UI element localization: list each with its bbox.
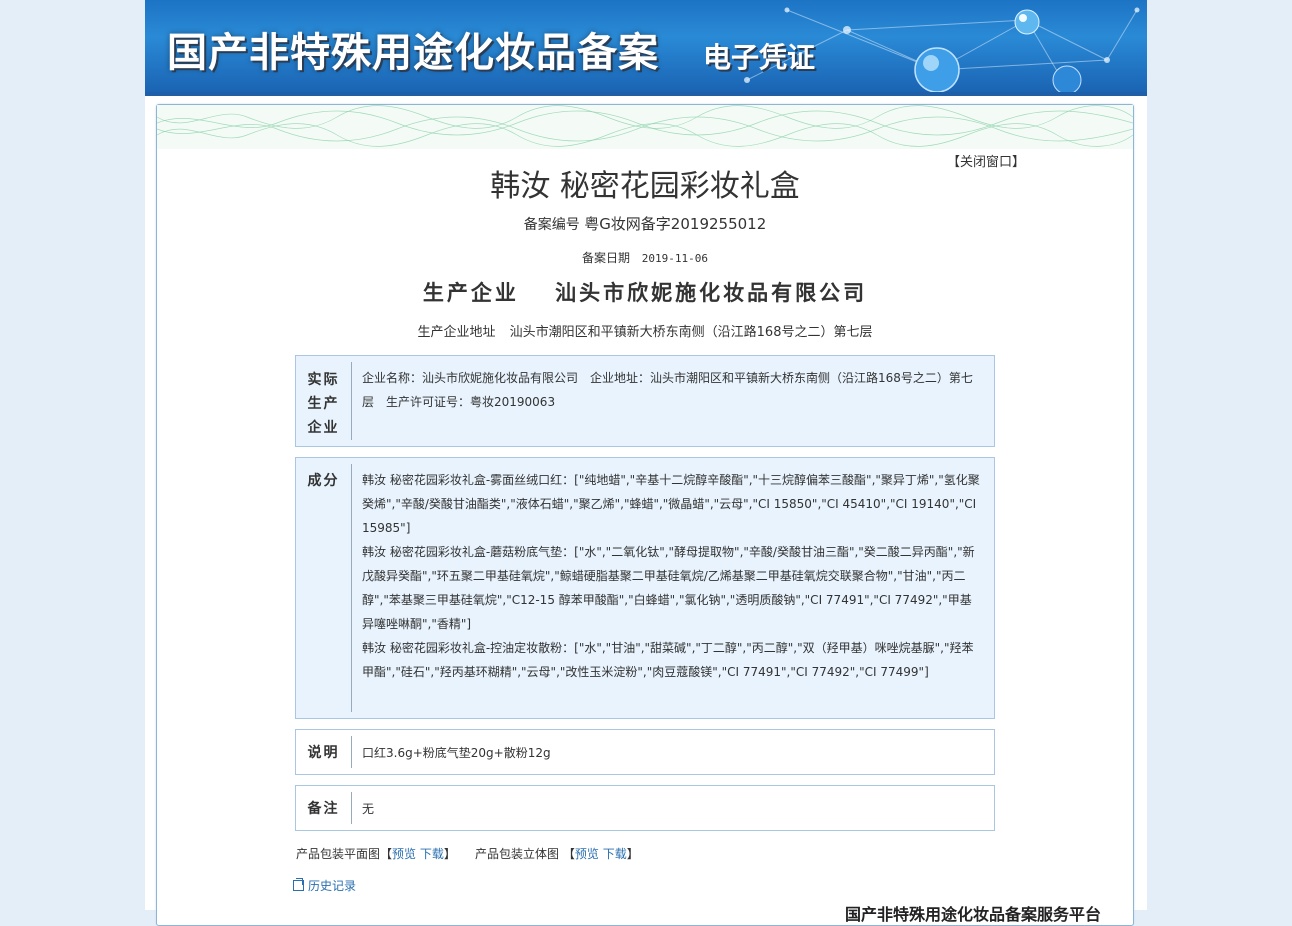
manufacturer-address-row: 生产企业地址 汕头市潮阳区和平镇新大桥东南侧（沿江路168号之二）第七层 (157, 321, 1133, 340)
description-content: 口红3.6g+粉底气垫20g+散粉12g (362, 746, 551, 760)
registration-date-row: 备案日期 2019-11-06 (157, 249, 1133, 266)
description-label: 说明 (307, 745, 340, 761)
label-line: 企业 (307, 420, 340, 436)
registration-date-value: 2019-11-06 (641, 252, 709, 265)
registration-number-row: 备案编号 粤G妆网备字2019255012 (157, 213, 1133, 234)
section-divider (351, 362, 352, 440)
header-banner: 国产非特殊用途化妆品备案 电子凭证 (145, 0, 1147, 92)
manufacturer-label: 生产企业 (422, 280, 519, 305)
manufacturer-value: 汕头市欣妮施化妆品有限公司 (555, 280, 868, 305)
history-link-label: 历史记录 (308, 879, 357, 893)
banner-title: 国产非特殊用途化妆品备案 (167, 29, 659, 76)
solid-package-label: 产品包装立体图 (474, 847, 559, 861)
header-divider (145, 92, 1147, 96)
page-wrapper: 国产非特殊用途化妆品备案 电子凭证 【关闭窗口】 韩汝 秘密花园彩妆礼盒 备案编… (145, 0, 1147, 926)
flat-download-link[interactable]: 下载 (420, 847, 444, 861)
actual-manufacturer-content: 企业名称：汕头市欣妮施化妆品有限公司 企业地址：汕头市潮阳区和平镇新大桥东南侧（… (362, 371, 973, 409)
section-divider (351, 464, 352, 712)
solid-preview-link[interactable]: 预览 (575, 847, 599, 861)
registration-number-label: 备案编号 (523, 217, 580, 233)
registration-date-label: 备案日期 (581, 251, 630, 265)
actual-manufacturer-section: 实际 生产 企业 企业名称：汕头市欣妮施化妆品有限公司 企业地址：汕头市潮阳区和… (295, 355, 995, 447)
footer-platform-title: 国产非特殊用途化妆品备案服务平台 (844, 905, 1101, 924)
flat-preview-link[interactable]: 预览 (392, 847, 416, 861)
ingredients-content: 韩汝 秘密花园彩妆礼盒-雾面丝绒口红：["纯地蜡","辛基十二烷醇辛酸酯","十… (362, 468, 982, 684)
ingredient-item: 韩汝 秘密花园彩妆礼盒-控油定妆散粉：["水","甘油","甜菜碱","丁二醇"… (362, 641, 974, 679)
section-divider (351, 736, 352, 768)
product-name: 韩汝 秘密花园彩妆礼盒 (490, 169, 800, 204)
ingredient-item: 韩汝 秘密花园彩妆礼盒-雾面丝绒口红：["纯地蜡","辛基十二烷醇辛酸酯","十… (362, 473, 980, 535)
bracket: 【 (562, 847, 575, 861)
package-images-row: 产品包装平面图【预览 下载】 产品包装立体图 【预览 下载】 (296, 845, 639, 862)
bracket: 】 (626, 847, 639, 861)
remark-label: 备注 (307, 801, 340, 817)
history-link[interactable]: 历史记录 (293, 877, 356, 894)
ingredients-section: 成分 韩汝 秘密花园彩妆礼盒-雾面丝绒口红：["纯地蜡","辛基十二烷醇辛酸酯"… (295, 457, 995, 719)
remark-content: 无 (362, 802, 375, 816)
flat-package-label: 产品包装平面图 (296, 847, 381, 861)
section-divider (351, 792, 352, 824)
ingredient-item: 韩汝 秘密花园彩妆礼盒-蘑菇粉底气垫：["水","二氧化钛","酵母提取物","… (362, 545, 975, 631)
banner-subtitle: 电子凭证 (703, 41, 816, 74)
external-window-icon (293, 878, 304, 891)
solid-download-link[interactable]: 下载 (603, 847, 627, 861)
ingredients-label: 成分 (307, 473, 340, 489)
manufacturer-row: 生产企业 汕头市欣妮施化妆品有限公司 (157, 277, 1133, 307)
remark-section: 备注 无 (295, 785, 995, 831)
label-line: 实际 (307, 372, 340, 388)
bracket: 】 (443, 847, 456, 861)
description-section: 说明 口红3.6g+粉底气垫20g+散粉12g (295, 729, 995, 775)
guilloche-decoration (157, 105, 1133, 149)
registration-number-value: 粤G妆网备字2019255012 (584, 215, 767, 233)
actual-manufacturer-label: 实际 生产 企业 (296, 356, 351, 446)
bracket: 【 (380, 847, 393, 861)
manufacturer-address-label: 生产企业地址 (417, 325, 496, 340)
label-line: 生产 (307, 396, 340, 412)
manufacturer-address-value: 汕头市潮阳区和平镇新大桥东南侧（沿江路168号之二）第七层 (509, 325, 873, 340)
certificate-panel: 【关闭窗口】 韩汝 秘密花园彩妆礼盒 备案编号 粤G妆网备字2019255012… (156, 104, 1134, 926)
